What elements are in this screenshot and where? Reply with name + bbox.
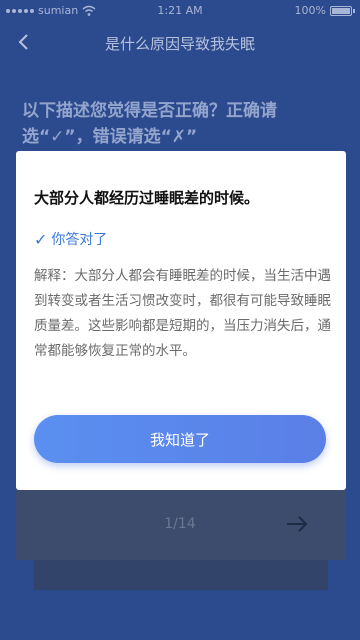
result-row: ✓ 你答对了 [34,229,107,249]
status-right: 100% [294,4,355,17]
next-arrow-icon[interactable] [284,512,310,536]
battery-icon [330,5,355,16]
question-prompt: 以下描述您觉得是否正确？正确请选“✓”，错误请选“✗” [22,101,277,147]
acknowledge-button[interactable]: 我知道了 [34,415,326,463]
explanation-text: 解释：大部分人都会有睡眠差的时候，当生活中遇到转变或者生活习惯改变时，都很有可能… [34,268,331,359]
checkmark-icon: ✓ [34,229,48,249]
status-bar: sumian 1:21 AM 100% [0,0,360,22]
battery-percentage: 100% [294,4,326,17]
page-title: 是什么原因导致我失眠 [104,35,255,53]
answer-card-shadow [34,560,328,590]
answer-result-modal: 大部分人都经历过睡眠差的时候。 ✓ 你答对了 解释：大部分人都会有睡眠差的时候，… [16,151,346,490]
nav-bar: 是什么原因导致我失眠 [0,22,360,66]
modal-statement: 大部分人都经历过睡眠差的时候。 [34,189,260,207]
result-text: 你答对了 [51,232,108,248]
